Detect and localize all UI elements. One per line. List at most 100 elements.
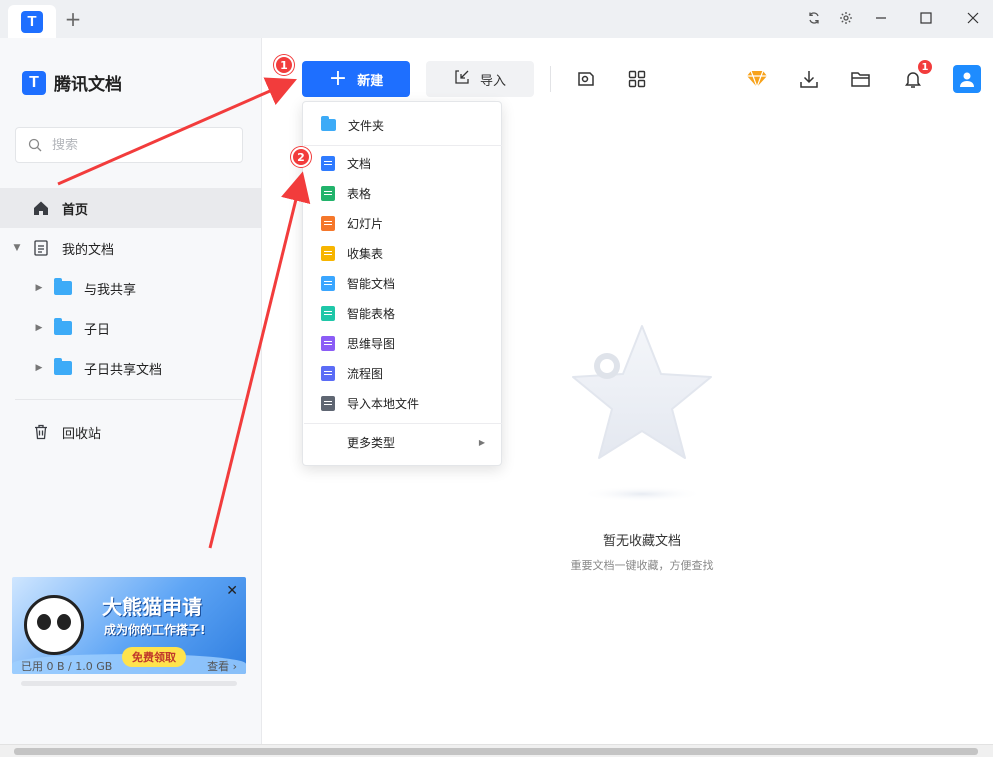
brand[interactable]: T 腾讯文档 (22, 70, 122, 95)
sidebar-item-label: 我的文档 (62, 242, 115, 258)
search-box[interactable] (15, 127, 243, 163)
user-avatar-icon[interactable] (953, 65, 981, 93)
app-logo-icon: T (21, 10, 43, 33)
sheet-icon (321, 185, 335, 201)
annotation-step-1: 1 (274, 55, 294, 75)
plus-icon: + (328, 66, 348, 91)
menu-item-label: 幻灯片 (347, 216, 384, 231)
menu-item-doc[interactable]: 文档 (303, 148, 501, 178)
menu-item-form[interactable]: 收集表 (303, 238, 501, 268)
sidebar-item-folder[interactable]: ▶ 子日 (0, 308, 261, 348)
download-icon[interactable] (797, 67, 821, 91)
sidebar-item-label: 与我共享 (84, 282, 137, 298)
app-tab[interactable]: T (8, 5, 56, 38)
menu-item-more-types[interactable]: 更多类型 ▶ (303, 427, 501, 457)
panda-illustration-icon (24, 595, 84, 655)
chevron-right-icon[interactable]: ▶ (34, 323, 44, 333)
sidebar-item-trash[interactable]: 回收站 (0, 412, 261, 452)
annotation-step-2: 2 (291, 147, 311, 167)
sidebar-item-label: 首页 (62, 202, 89, 218)
flowchart-icon (321, 365, 335, 381)
import-button[interactable]: 导入 (426, 61, 534, 97)
menu-item-label: 文件夹 (348, 118, 385, 133)
promo-title: 大熊猫申请 (102, 595, 202, 619)
menu-item-mindmap[interactable]: 思维导图 (303, 328, 501, 358)
diamond-vip-icon[interactable] (745, 67, 769, 91)
folder-icon (321, 116, 336, 131)
import-local-icon (321, 395, 335, 411)
close-icon[interactable]: ✕ (226, 583, 238, 599)
home-icon (32, 199, 50, 217)
new-tab-button[interactable]: + (63, 8, 83, 30)
scrollbar-thumb[interactable] (14, 748, 978, 755)
doc-icon (321, 155, 335, 171)
sidebar: T 腾讯文档 首页 ▼ 我的文档 ▶ 与我共享 ▶ 子日 ▶ 子日共享文档 (0, 38, 262, 744)
folder-icon (54, 358, 72, 377)
sidebar-item-label: 子日共享文档 (84, 362, 163, 378)
sidebar-item-label: 回收站 (62, 426, 102, 442)
folder-icon (54, 318, 72, 337)
menu-item-flowchart[interactable]: 流程图 (303, 358, 501, 388)
template-icon[interactable] (574, 67, 598, 91)
empty-state-title: 暂无收藏文档 (602, 534, 681, 549)
chevron-down-icon[interactable]: ▼ (12, 243, 22, 253)
menu-item-label: 更多类型 (347, 435, 396, 450)
storage-used: 已用 0 B / 1.0 GB (21, 660, 113, 673)
sidebar-divider (15, 399, 243, 400)
trash-icon (32, 423, 50, 441)
menu-divider (304, 145, 502, 146)
settings-gear-icon[interactable] (833, 6, 859, 30)
sidebar-item-home[interactable]: 首页 (0, 188, 261, 228)
form-icon (321, 245, 335, 261)
menu-item-smart-doc[interactable]: 智能文档 (303, 268, 501, 298)
empty-state-subtitle: 重要文档一键收藏，方便查找 (570, 559, 714, 572)
menu-item-sheet[interactable]: 表格 (303, 178, 501, 208)
menu-item-slides[interactable]: 幻灯片 (303, 208, 501, 238)
menu-divider (304, 423, 502, 424)
storage-progress-bar (21, 681, 237, 686)
search-icon (28, 138, 42, 152)
tencent-docs-logo-icon: T (22, 70, 46, 95)
sidebar-item-my-docs[interactable]: ▼ 我的文档 (0, 228, 261, 268)
toolbar-divider (550, 66, 551, 92)
document-icon (32, 239, 50, 257)
new-button[interactable]: + 新建 (302, 61, 410, 97)
import-button-label: 导入 (479, 73, 506, 89)
chevron-right-icon[interactable]: ▶ (34, 283, 44, 293)
title-bar: T + (0, 0, 993, 38)
menu-item-label: 文档 (347, 156, 372, 171)
new-button-label: 新建 (357, 73, 384, 89)
chevron-right-icon[interactable]: ▶ (34, 363, 44, 373)
menu-item-label: 智能表格 (347, 306, 396, 321)
menu-item-import-local[interactable]: 导入本地文件 (303, 388, 501, 418)
import-icon (454, 69, 470, 89)
sidebar-item-label: 子日 (84, 322, 111, 338)
close-icon[interactable] (960, 6, 986, 30)
storage-view-link[interactable]: 查看 › (207, 658, 237, 674)
horizontal-scrollbar[interactable] (0, 744, 993, 757)
menu-item-smart-sheet[interactable]: 智能表格 (303, 298, 501, 328)
smart-sheet-icon (321, 305, 335, 321)
new-dropdown-menu: 文件夹 文档 表格 幻灯片 收集表 智能文档 智能表格 思维导图 流程图 导入本… (302, 101, 502, 466)
smart-doc-icon (321, 275, 335, 291)
grid-apps-icon[interactable] (625, 67, 649, 91)
menu-item-folder[interactable]: 文件夹 (303, 110, 501, 140)
menu-item-label: 思维导图 (347, 336, 396, 351)
mindmap-icon (321, 335, 335, 351)
minimize-icon[interactable] (868, 6, 894, 30)
app-name: 腾讯文档 (54, 75, 122, 95)
sync-icon[interactable] (801, 6, 827, 30)
search-input[interactable] (52, 137, 222, 153)
sidebar-item-folder[interactable]: ▶ 子日共享文档 (0, 348, 261, 388)
maximize-icon[interactable] (913, 6, 939, 30)
shared-folder-icon (54, 278, 72, 297)
folder-open-icon[interactable] (849, 67, 873, 91)
chevron-right-icon: ▶ (478, 437, 485, 447)
menu-item-label: 导入本地文件 (347, 396, 420, 411)
empty-star-illustration-icon (572, 325, 712, 502)
menu-item-label: 智能文档 (347, 276, 396, 291)
storage-info: 已用 0 B / 1.0 GB 查看 › (21, 658, 237, 674)
promo-subtitle: 成为你的工作搭子! (104, 623, 206, 637)
sidebar-item-shared-with-me[interactable]: ▶ 与我共享 (0, 268, 261, 308)
menu-item-label: 表格 (347, 186, 372, 201)
